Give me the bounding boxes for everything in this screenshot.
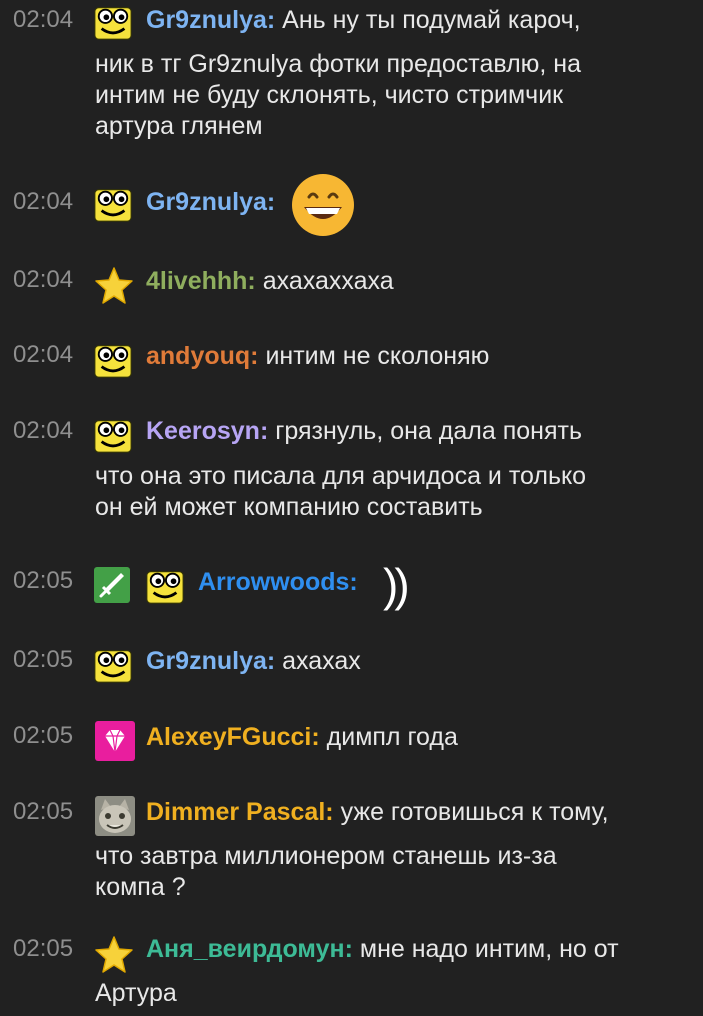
- star-icon[interactable]: [93, 266, 135, 306]
- glasses-smiley-icon[interactable]: [94, 646, 132, 684]
- glasses-smiley-icon[interactable]: [94, 341, 132, 379]
- timestamp: 02:04: [13, 341, 74, 368]
- message-text: интим не сколоняю: [265, 342, 490, 370]
- glasses-smiley-icon[interactable]: [94, 3, 132, 41]
- timestamp: 02:05: [13, 646, 74, 673]
- star-icon[interactable]: [93, 935, 135, 975]
- cat-avatar-icon[interactable]: [95, 796, 135, 836]
- message-text: димпл года: [326, 723, 458, 751]
- glasses-smiley-icon[interactable]: [146, 567, 184, 605]
- timestamp: 02:04: [13, 6, 74, 33]
- message-continuation: Артура: [95, 979, 177, 1007]
- message-text: уже готовишься к тому,: [340, 798, 609, 826]
- username[interactable]: Arrowwoods:: [198, 568, 358, 596]
- gem-icon[interactable]: [95, 721, 135, 761]
- message-continuation: что завтра миллионером станешь из-за: [95, 842, 557, 870]
- username[interactable]: AlexeyFGucci:: [146, 723, 320, 751]
- username[interactable]: 4livehhh:: [146, 267, 256, 295]
- username[interactable]: Аня_веирдомун:: [146, 935, 353, 963]
- message-text: )): [383, 559, 410, 611]
- timestamp: 02:05: [13, 935, 74, 962]
- timestamp: 02:05: [13, 567, 74, 594]
- username[interactable]: Gr9znulya:: [146, 6, 275, 34]
- grinning-face-icon: [291, 173, 355, 237]
- message-continuation: он ей может компанию составить: [95, 493, 483, 521]
- timestamp: 02:05: [13, 798, 74, 825]
- message-continuation: что она это писала для арчидоса и только: [95, 462, 587, 490]
- username[interactable]: Gr9znulya:: [146, 188, 275, 216]
- glasses-smiley-icon[interactable]: [94, 416, 132, 454]
- username[interactable]: Keerosyn:: [146, 417, 268, 445]
- timestamp: 02:04: [13, 266, 74, 293]
- message-continuation: интим не буду склонять, чисто стримчик: [95, 81, 564, 109]
- username[interactable]: Gr9znulya:: [146, 647, 275, 675]
- timestamp: 02:04: [13, 188, 74, 215]
- message-continuation: ник в тг Gr9znulya фотки предоставлю, на: [95, 50, 582, 78]
- timestamp: 02:04: [13, 417, 74, 444]
- message-text: Ань ну ты подумай кароч,: [282, 6, 581, 34]
- timestamp: 02:05: [13, 722, 74, 749]
- sword-icon[interactable]: [94, 567, 130, 603]
- glasses-smiley-icon[interactable]: [94, 185, 132, 223]
- message-text: мне надо интим, но от: [359, 935, 619, 963]
- message-text: грязнуль, она дала понять: [275, 417, 582, 445]
- message-text: ахахах: [282, 647, 361, 675]
- message-continuation: компа ?: [95, 873, 186, 901]
- username[interactable]: andyouq:: [146, 342, 259, 370]
- message-continuation: артура глянем: [95, 112, 263, 140]
- username[interactable]: Dimmer Pascal:: [146, 798, 334, 826]
- message-text: ахахаххаха: [262, 267, 394, 295]
